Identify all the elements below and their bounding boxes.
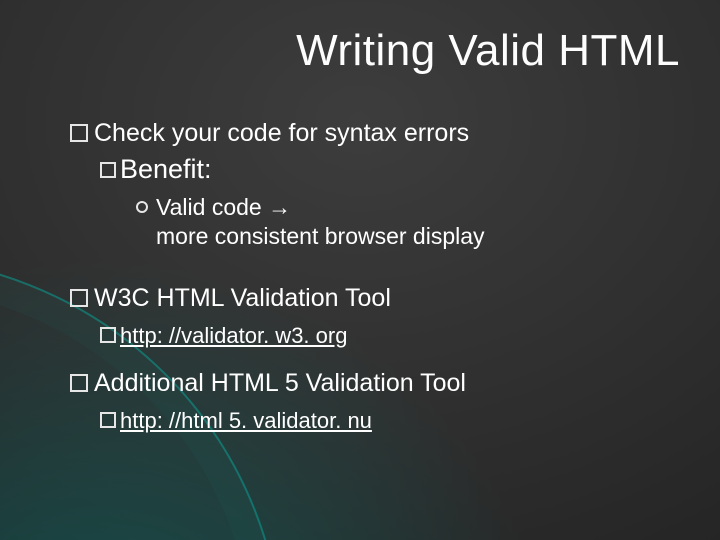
bullet-check-syntax: Check your code for syntax errors [70,118,680,149]
bullet-text: HTML Validation Tool [150,284,391,312]
square-bullet-icon [70,374,88,392]
bullet-w3c-tool: W3C HTML Validation Tool [70,283,680,314]
spacer [70,356,680,362]
sub-bullet-benefit: Benefit: [100,153,680,187]
sub-bullet-html5-link: http: //html 5. validator. nu [100,403,680,437]
bullet-text: HTML 5 Validation Tool [204,369,466,397]
bullet-text: your code for syntax errors [165,119,469,147]
bullet-lead: Additional [94,369,204,397]
square-bullet-icon [70,124,88,142]
link-text: http: //validator. w3. org [120,323,347,348]
bullet-lead: Check [94,119,165,147]
spacer [70,257,680,277]
sub-bullet-text: Benefit: [120,154,212,184]
sub-sub-bullet-validcode: Valid code → more consistent browser dis… [136,193,680,251]
bullet-lead: W3C [94,284,150,312]
square-bullet-icon [100,327,116,343]
circle-bullet-icon [136,201,148,213]
link-text: http: //html 5. validator. nu [120,408,372,433]
square-bullet-icon [100,162,116,178]
bullet-additional-tool: Additional HTML 5 Validation Tool [70,368,680,399]
text: Valid code [156,194,268,220]
text-continuation: more consistent browser display [156,222,680,251]
slide-body: Check your code for syntax errors Benefi… [70,112,680,441]
slide-title: Writing Valid HTML [0,26,680,76]
sub-bullet-w3c-link: http: //validator. w3. org [100,318,680,352]
slide: Writing Valid HTML Check your code for s… [0,0,720,540]
arrow-icon: → [268,194,291,220]
square-bullet-icon [100,412,116,428]
square-bullet-icon [70,289,88,307]
